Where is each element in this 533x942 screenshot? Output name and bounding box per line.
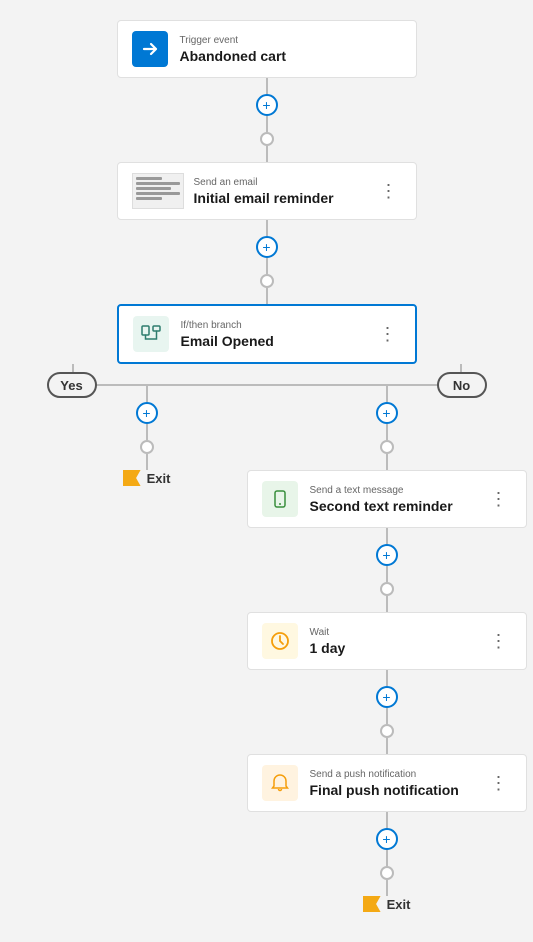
text-label: Send a text message bbox=[310, 485, 486, 496]
send-email-label: Send an email bbox=[194, 177, 376, 188]
push-notif-card[interactable]: Send a push notification Final push noti… bbox=[247, 754, 527, 812]
wait-title: 1 day bbox=[310, 640, 486, 656]
branch-title: Email Opened bbox=[181, 333, 375, 349]
wait-menu[interactable]: ⋮ bbox=[486, 628, 512, 654]
add-step-btn-1[interactable]: + bbox=[256, 94, 278, 116]
branch-menu[interactable]: ⋮ bbox=[375, 321, 401, 347]
text-message-card[interactable]: Send a text message Second text reminder… bbox=[247, 470, 527, 528]
wait-label: Wait bbox=[310, 627, 486, 638]
yes-add-btn[interactable]: + bbox=[136, 402, 158, 424]
connector-1: + bbox=[256, 78, 278, 162]
flow-canvas: Trigger event Abandoned cart + Send an e… bbox=[0, 0, 533, 942]
branch-card[interactable]: If/then branch Email Opened ⋮ bbox=[117, 304, 417, 364]
wait-card[interactable]: Wait 1 day ⋮ bbox=[247, 612, 527, 670]
yes-label: Yes bbox=[47, 372, 97, 398]
send-email-title: Initial email reminder bbox=[194, 190, 376, 206]
no-circle-1 bbox=[380, 440, 394, 454]
branch-icon bbox=[133, 316, 169, 352]
add-step-btn-2[interactable]: + bbox=[256, 236, 278, 258]
yes-exit-flag bbox=[123, 470, 141, 486]
yes-circle bbox=[140, 440, 154, 454]
wait-icon bbox=[262, 623, 298, 659]
no-exit-label: Exit bbox=[387, 897, 411, 912]
yes-exit-label: Exit bbox=[147, 471, 171, 486]
no-exit-node: Exit bbox=[363, 896, 411, 912]
send-email-card[interactable]: Send an email Initial email reminder ⋮ bbox=[117, 162, 417, 220]
trigger-label: Trigger event bbox=[180, 35, 402, 46]
node-circle-1 bbox=[260, 132, 274, 146]
branch-label: If/then branch bbox=[181, 320, 375, 331]
text-icon bbox=[262, 481, 298, 517]
no-add-btn-2[interactable]: + bbox=[376, 544, 398, 566]
send-email-menu[interactable]: ⋮ bbox=[376, 178, 402, 204]
text-menu[interactable]: ⋮ bbox=[486, 486, 512, 512]
yes-branch: + Exit bbox=[47, 386, 247, 486]
no-circle-4 bbox=[380, 866, 394, 880]
no-label: No bbox=[437, 372, 487, 398]
text-title: Second text reminder bbox=[310, 498, 486, 514]
node-circle-2 bbox=[260, 274, 274, 288]
connector-2: + bbox=[256, 220, 278, 304]
yes-exit-node: Exit bbox=[123, 470, 171, 486]
push-menu[interactable]: ⋮ bbox=[486, 770, 512, 796]
email-thumbnail bbox=[132, 173, 184, 209]
no-add-btn-4[interactable]: + bbox=[376, 828, 398, 850]
no-circle-3 bbox=[380, 724, 394, 738]
no-add-btn[interactable]: + bbox=[376, 402, 398, 424]
push-title: Final push notification bbox=[310, 782, 486, 798]
trigger-icon bbox=[132, 31, 168, 67]
no-circle-2 bbox=[380, 582, 394, 596]
no-branch: + Send a text message Second text remind… bbox=[287, 386, 487, 912]
push-icon bbox=[262, 765, 298, 801]
trigger-title: Abandoned cart bbox=[180, 48, 402, 64]
push-label: Send a push notification bbox=[310, 769, 486, 780]
no-add-btn-3[interactable]: + bbox=[376, 686, 398, 708]
no-exit-flag bbox=[363, 896, 381, 912]
trigger-card[interactable]: Trigger event Abandoned cart bbox=[117, 20, 417, 78]
branch-connector-row: Yes No bbox=[47, 364, 487, 386]
branches-container: + Exit + bbox=[47, 386, 487, 912]
